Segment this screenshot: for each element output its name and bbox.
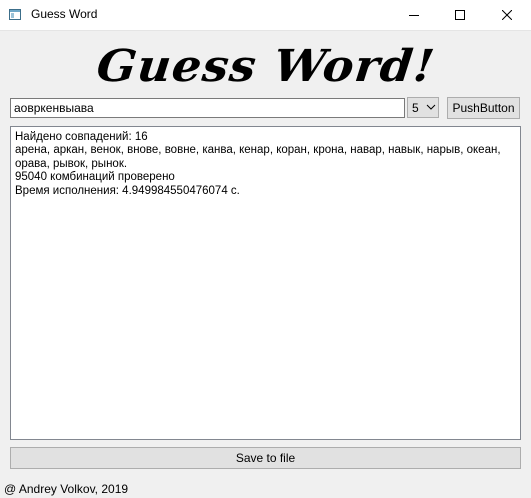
app-banner: Guess Word!	[0, 38, 531, 96]
results-text-area[interactable]: Найдено совпадений: 16 арена, аркан, вен…	[10, 126, 521, 440]
copyright-footer: @ Andrey Volkov, 2019	[4, 482, 129, 496]
close-icon	[502, 10, 512, 20]
close-button[interactable]	[483, 0, 531, 30]
letter-count-select[interactable]: 5	[407, 97, 439, 118]
word-input[interactable]	[10, 98, 405, 118]
result-line: Найдено совпадений: 16	[15, 131, 148, 143]
maximize-icon	[455, 10, 465, 20]
result-line: арена, аркан, венок, внове, вовне, канва…	[15, 144, 501, 170]
chevron-down-icon	[426, 104, 436, 110]
result-line: 95040 комбинаций проверено	[15, 171, 175, 184]
save-to-file-button[interactable]: Save to file	[10, 447, 521, 469]
letter-count-value: 5	[412, 101, 419, 115]
minimize-icon	[409, 15, 419, 16]
result-line: Время исполнения: 4.949984550476074 с.	[15, 184, 240, 197]
maximize-button[interactable]	[437, 0, 483, 30]
push-button[interactable]: PushButton	[447, 97, 520, 119]
app-window-icon	[9, 9, 21, 20]
banner-title: Guess Word!	[93, 41, 438, 92]
title-bar: Guess Word	[0, 0, 531, 31]
window-title: Guess Word	[31, 7, 98, 21]
minimize-button[interactable]	[391, 0, 437, 30]
